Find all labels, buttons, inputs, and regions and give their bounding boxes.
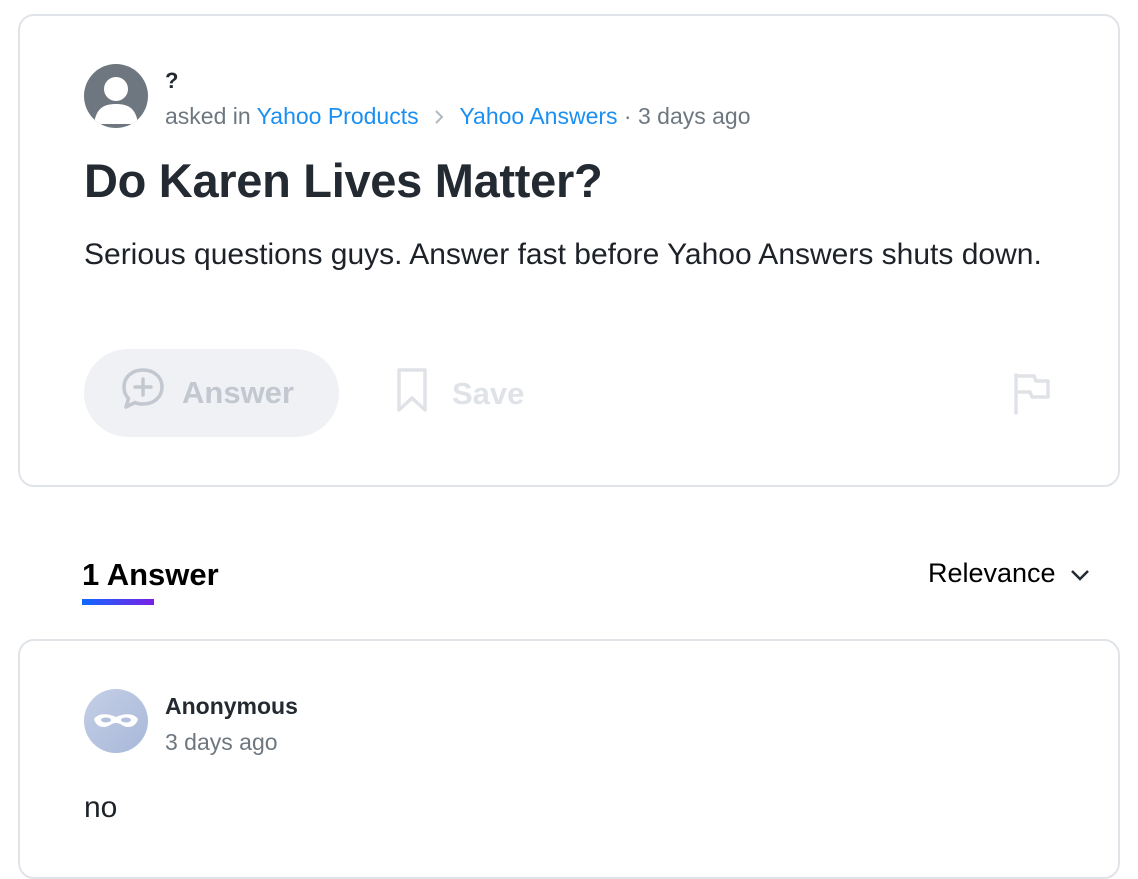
question-body: Serious questions guys. Answer fast befo… (84, 238, 1042, 271)
save-button[interactable]: Save (396, 367, 525, 421)
answer-body: no (84, 791, 118, 824)
answer-button[interactable]: Answer (84, 349, 339, 437)
answers-tab-underline (82, 599, 154, 605)
sort-dropdown[interactable]: Relevance (928, 558, 1090, 589)
question-time: 3 days ago (637, 103, 751, 129)
answer-author: Anonymous (165, 693, 298, 719)
meta-dot: · (623, 103, 638, 129)
bookmark-icon (396, 367, 428, 421)
user-avatar-icon[interactable] (84, 64, 148, 128)
answers-count-heading: 1 Answer (82, 557, 219, 592)
chevron-right-icon (433, 103, 451, 129)
anonymous-mask-icon (84, 689, 148, 753)
question-author[interactable]: ? (165, 68, 178, 94)
sort-label: Relevance (928, 558, 1056, 588)
subcategory-link[interactable]: Yahoo Answers (459, 103, 617, 129)
save-button-label: Save (452, 376, 525, 411)
flag-icon[interactable] (1012, 371, 1052, 415)
answer-card: Anonymous 3 days ago no (18, 639, 1120, 879)
asked-in-label: asked in (165, 103, 251, 129)
add-comment-icon (120, 367, 166, 419)
question-title: Do Karen Lives Matter? (84, 154, 603, 207)
chevron-down-icon (1070, 558, 1090, 589)
question-card: ? asked in Yahoo Products Yahoo Answers … (18, 14, 1120, 487)
question-meta: asked in Yahoo Products Yahoo Answers · … (165, 103, 751, 130)
answer-button-label: Answer (182, 375, 294, 410)
category-link[interactable]: Yahoo Products (257, 103, 419, 129)
answer-time: 3 days ago (165, 729, 278, 755)
